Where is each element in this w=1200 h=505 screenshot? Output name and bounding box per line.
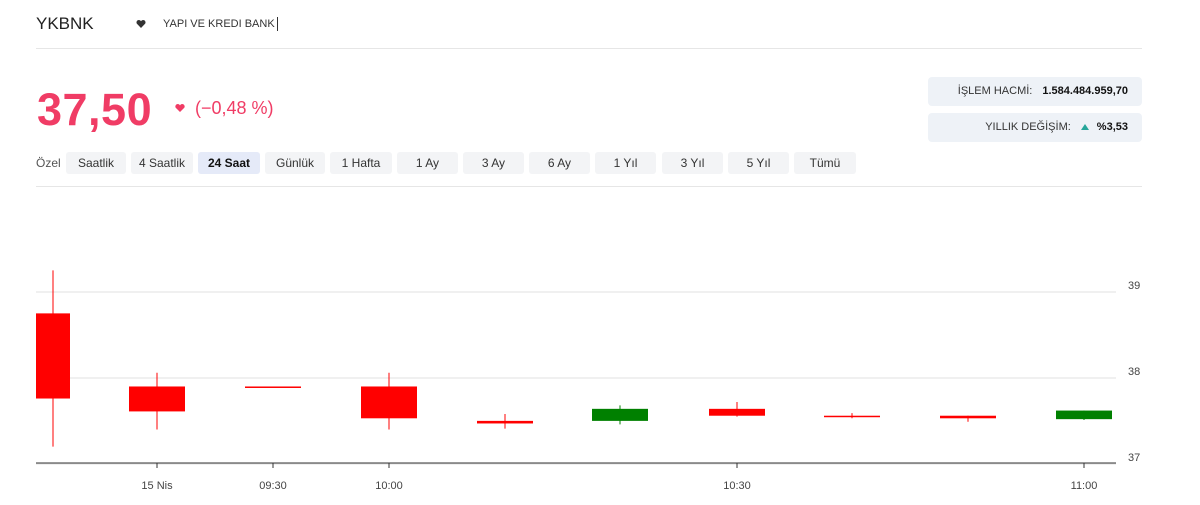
candle-body [709,408,765,416]
candle-body [129,386,185,412]
candle-body [245,386,301,388]
x-tick-label: 10:30 [723,480,751,492]
candle-body [824,415,880,418]
candle-body [361,386,417,419]
candle-body [1056,410,1112,420]
y-tick-label: 39 [1128,280,1140,292]
x-tick-label: 09:30 [259,480,287,492]
y-tick-label: 38 [1128,366,1140,378]
candle-body [36,313,70,399]
candlestick-chart: 37 38 39 15 Nis 09:30 10:00 10:30 11:00 [36,270,1140,492]
candle-body [940,415,996,419]
candle-body [477,420,533,424]
x-tick-label: 10:00 [375,480,403,492]
x-tick-label: 11:00 [1071,480,1098,492]
x-tick-label: 15 Nis [141,480,173,492]
candle-body [592,408,648,421]
y-tick-label: 37 [1128,452,1140,464]
